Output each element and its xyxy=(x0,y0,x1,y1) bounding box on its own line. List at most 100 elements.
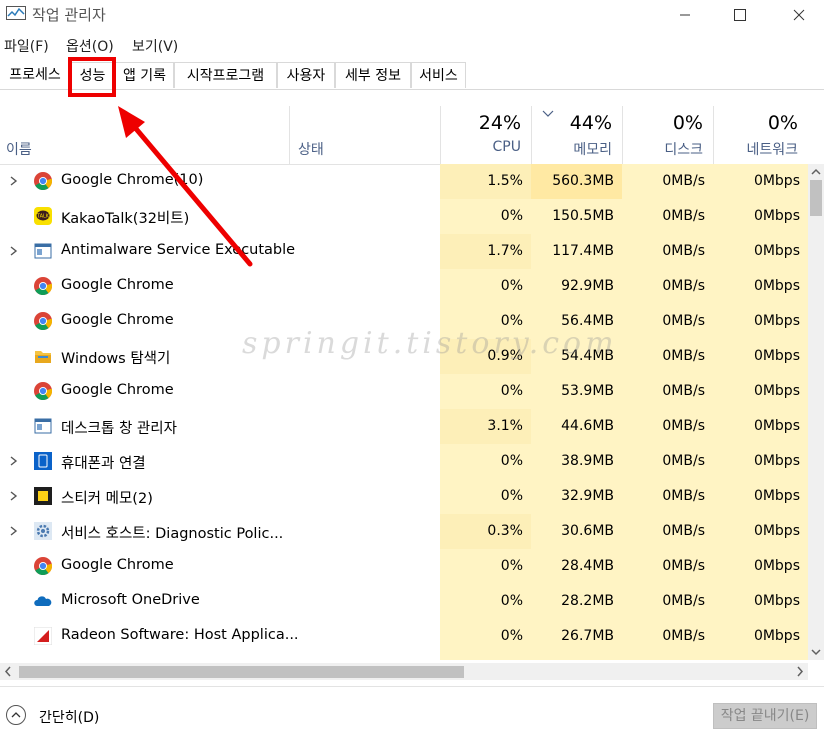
minimize-icon xyxy=(680,14,690,16)
disk-cell: 0MB/s xyxy=(622,514,713,549)
cpu-total: 24% xyxy=(478,112,521,134)
menu-bar: 파일(F) 옵션(O) 보기(V) xyxy=(0,34,824,56)
vertical-scroll-thumb[interactable] xyxy=(810,180,822,216)
menu-options[interactable]: 옵션(O) xyxy=(66,36,114,56)
process-row[interactable]: Google Chrome(10) 1.5% 560.3MB 0MB/s 0Mbps xyxy=(0,164,808,199)
process-row[interactable]: Google Chrome 0% 28.4MB 0MB/s 0Mbps xyxy=(0,549,808,584)
expand-chevron-icon[interactable] xyxy=(8,523,20,539)
process-row[interactable] xyxy=(0,654,808,660)
column-network-header[interactable]: 0% 네트워크 xyxy=(713,106,808,164)
horizontal-scroll-thumb[interactable] xyxy=(19,666,464,678)
process-name: Windows 탐색기 xyxy=(61,351,171,367)
cpu-cell: 3.1% xyxy=(440,409,531,444)
collapse-button[interactable] xyxy=(6,705,26,725)
expand-chevron-icon[interactable] xyxy=(8,488,20,504)
expand-chevron-icon[interactable] xyxy=(8,243,20,259)
vertical-scrollbar[interactable] xyxy=(808,164,824,660)
memory-cell: 28.2MB xyxy=(531,584,622,619)
process-row[interactable]: Google Chrome 0% 53.9MB 0MB/s 0Mbps xyxy=(0,374,808,409)
title-bar[interactable]: 작업 관리자 xyxy=(0,0,824,32)
process-list: Google Chrome(10) 1.5% 560.3MB 0MB/s 0Mbps TA… xyxy=(0,164,808,660)
process-row[interactable]: 휴대폰과 연결 0% 38.9MB 0MB/s 0Mbps xyxy=(0,444,808,479)
memory-cell: 92.9MB xyxy=(531,269,622,304)
process-row[interactable]: Radeon Software: Host Applica... 0% 26.7MB… xyxy=(0,619,808,654)
close-icon xyxy=(793,9,805,21)
disk-cell: 0MB/s xyxy=(622,199,713,234)
footer: 간단히(D) 작업 끝내기(E) xyxy=(0,686,824,743)
end-task-button[interactable]: 작업 끝내기(E) xyxy=(713,703,817,729)
disk-cell: 0MB/s xyxy=(622,234,713,269)
disk-cell: 0MB/s xyxy=(622,304,713,339)
phone-link-icon xyxy=(34,452,52,470)
cpu-cell xyxy=(440,654,531,660)
window-title: 작업 관리자 xyxy=(32,6,106,24)
cpu-cell: 0% xyxy=(440,199,531,234)
disk-cell: 0MB/s xyxy=(622,584,713,619)
column-name-header[interactable]: 이름 xyxy=(6,139,32,159)
network-cell: 0Mbps xyxy=(713,584,808,619)
column-disk-header[interactable]: 0% 디스크 xyxy=(622,106,713,164)
memory-cell: 150.5MB xyxy=(531,199,622,234)
process-name: 휴대폰과 연결 xyxy=(61,456,146,472)
process-name: Google Chrome xyxy=(61,557,174,573)
cpu-cell: 0% xyxy=(440,479,531,514)
process-row[interactable]: 서비스 호스트: Diagnostic Polic... 0.3% 30.6MB 0M… xyxy=(0,514,808,549)
chrome-icon xyxy=(34,382,53,400)
maximize-button[interactable] xyxy=(717,0,763,30)
gear-icon xyxy=(34,522,52,540)
window-icon xyxy=(34,242,52,260)
process-name: Radeon Software: Host Applica... xyxy=(61,627,299,643)
network-cell: 0Mbps xyxy=(713,444,808,479)
expand-chevron-icon[interactable] xyxy=(8,453,20,469)
network-cell: 0Mbps xyxy=(713,304,808,339)
scroll-down-icon[interactable] xyxy=(808,646,824,658)
process-row[interactable]: Antimalware Service Executable 1.7% 117.4M… xyxy=(0,234,808,269)
tab-startup[interactable]: 시작프로그램 xyxy=(174,62,277,88)
memory-cell: 38.9MB xyxy=(531,444,622,479)
process-name: Antimalware Service Executable xyxy=(61,242,296,258)
tab-services[interactable]: 서비스 xyxy=(411,62,466,88)
network-cell: 0Mbps xyxy=(713,374,808,409)
process-row[interactable]: Microsoft OneDrive 0% 28.2MB 0MB/s 0Mbps xyxy=(0,584,808,619)
process-name: 스티커 메모(2) xyxy=(61,491,153,507)
maximize-icon xyxy=(734,9,746,21)
column-cpu-header[interactable]: 24% CPU xyxy=(440,106,531,164)
kakaotalk-icon: TALK xyxy=(34,207,52,225)
memory-cell: 117.4MB xyxy=(531,234,622,269)
chrome-icon xyxy=(34,277,53,295)
process-row[interactable]: 스티커 메모(2) 0% 32.9MB 0MB/s 0Mbps xyxy=(0,479,808,514)
cpu-cell: 0% xyxy=(440,584,531,619)
cpu-cell: 0% xyxy=(440,374,531,409)
collapse-label[interactable]: 간단히(D) xyxy=(39,707,99,727)
process-row[interactable]: TALK KakaoTalk(32비트) 0% 150.5MB 0MB/s 0Mbps xyxy=(0,199,808,234)
chrome-icon xyxy=(34,312,53,330)
chrome-icon xyxy=(34,172,53,190)
menu-view[interactable]: 보기(V) xyxy=(132,36,178,56)
tab-app-history[interactable]: 앱 기록 xyxy=(115,62,174,88)
tab-bar: 프로세스 성능 앱 기록 시작프로그램 사용자 세부 정보 서비스 xyxy=(0,62,824,90)
menu-file[interactable]: 파일(F) xyxy=(4,36,49,56)
task-manager-icon xyxy=(6,6,26,20)
process-row[interactable]: 데스크톱 창 관리자 3.1% 44.6MB 0MB/s 0Mbps xyxy=(0,409,808,444)
scroll-up-icon[interactable] xyxy=(808,166,824,178)
tab-users[interactable]: 사용자 xyxy=(277,62,335,88)
folder-icon xyxy=(34,347,52,365)
disk-cell: 0MB/s xyxy=(622,374,713,409)
tab-details[interactable]: 세부 정보 xyxy=(335,62,411,88)
minimize-button[interactable] xyxy=(662,0,708,30)
memory-cell: 30.6MB xyxy=(531,514,622,549)
radeon-icon xyxy=(33,626,53,646)
close-button[interactable] xyxy=(776,0,822,30)
memory-cell: 53.9MB xyxy=(531,374,622,409)
disk-label: 디스크 xyxy=(664,142,703,158)
disk-cell xyxy=(622,654,713,660)
scroll-left-icon[interactable] xyxy=(2,663,14,680)
scroll-right-icon[interactable] xyxy=(794,663,806,680)
sticky-notes-icon xyxy=(34,487,52,505)
network-cell: 0Mbps xyxy=(713,479,808,514)
process-row[interactable]: Google Chrome 0% 92.9MB 0MB/s 0Mbps xyxy=(0,269,808,304)
expand-chevron-icon[interactable] xyxy=(8,173,20,189)
memory-cell: 32.9MB xyxy=(531,479,622,514)
tab-processes[interactable]: 프로세스 xyxy=(0,62,70,88)
network-cell: 0Mbps xyxy=(713,234,808,269)
